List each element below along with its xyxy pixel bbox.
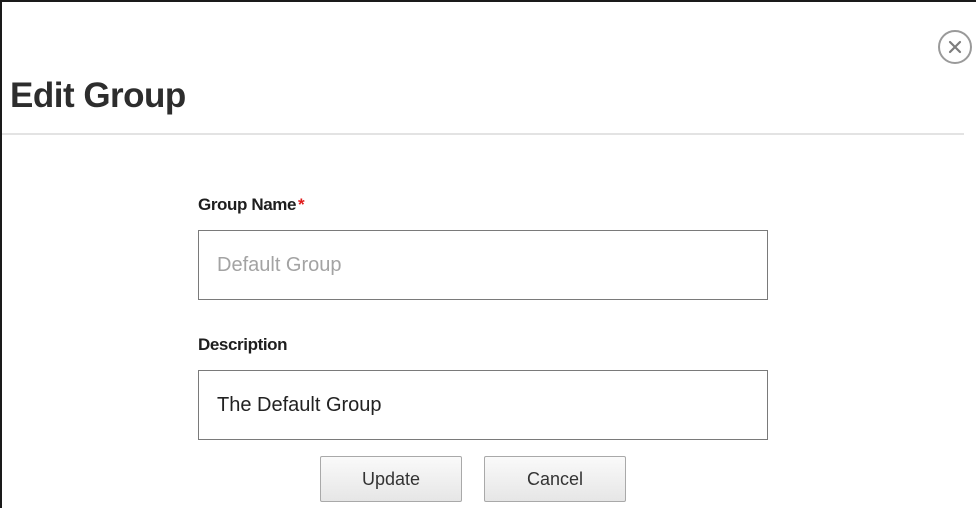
description-input[interactable] — [198, 370, 768, 440]
close-button[interactable] — [938, 30, 972, 64]
edit-group-form: Group Name* Description — [198, 192, 768, 440]
title-divider — [2, 133, 964, 135]
update-button[interactable]: Update — [320, 456, 462, 502]
button-row: Update Cancel — [320, 456, 626, 502]
group-name-label: Group Name * — [198, 192, 768, 218]
description-label: Description — [198, 335, 288, 354]
dialog-title: Edit Group — [10, 76, 186, 115]
edit-group-dialog: Edit Group Group Name* Description Updat… — [0, 0, 976, 508]
cancel-button[interactable]: Cancel — [484, 456, 626, 502]
required-marker: * — [298, 195, 305, 214]
group-name-label-text: Group Name — [198, 195, 297, 214]
group-name-input[interactable] — [198, 230, 768, 300]
close-icon — [948, 40, 962, 54]
